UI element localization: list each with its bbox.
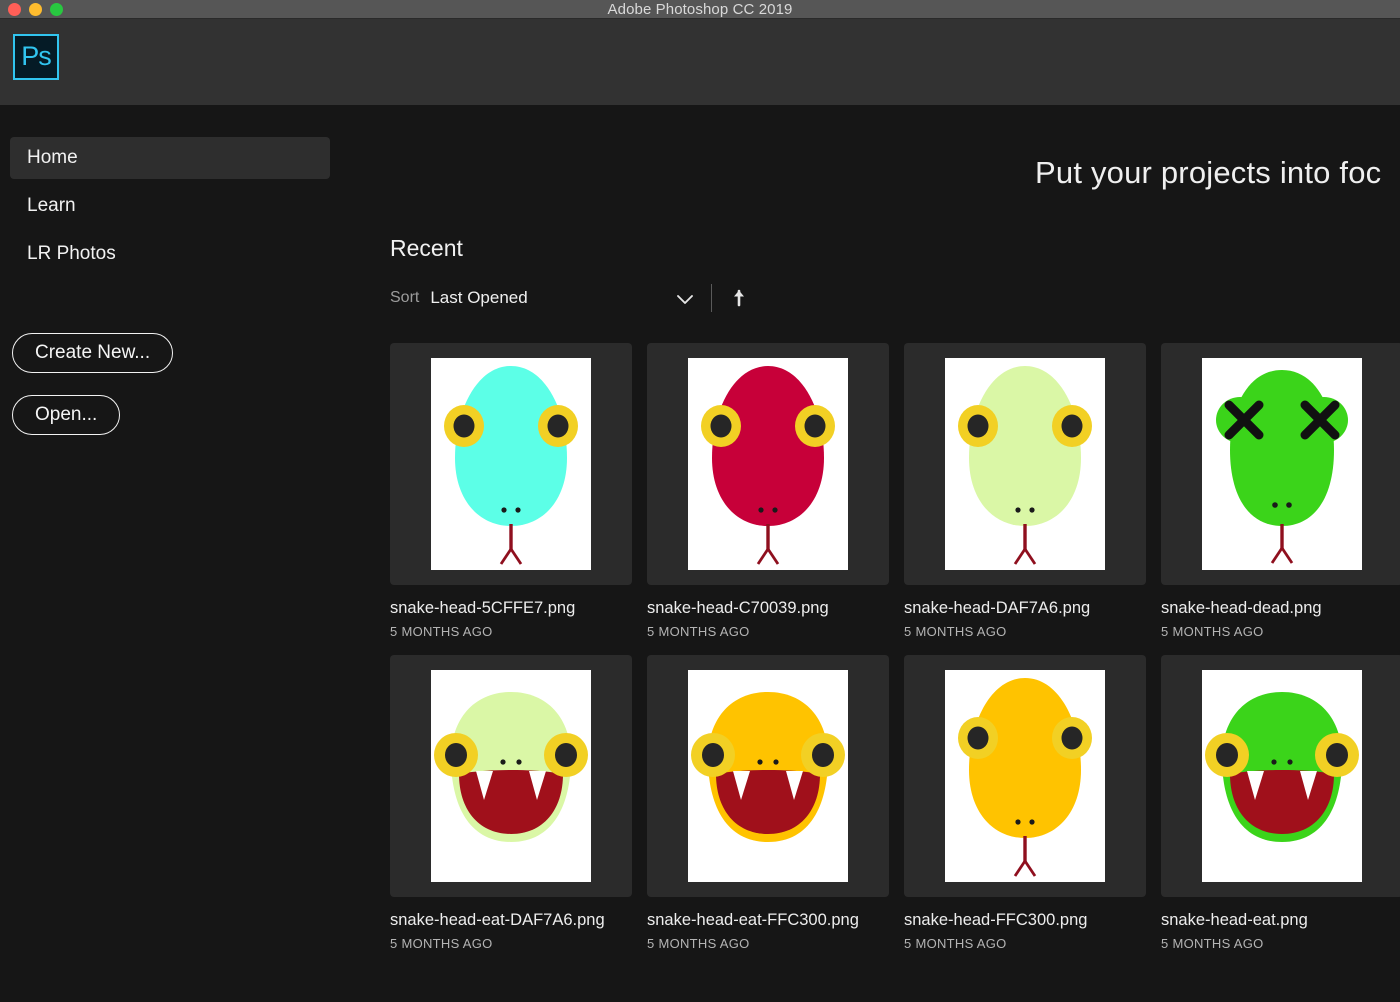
- sidebar-item-learn[interactable]: Learn: [10, 185, 330, 227]
- recent-file-timestamp: 5 MONTHS AGO: [647, 624, 750, 639]
- recent-file-timestamp: 5 MONTHS AGO: [647, 936, 750, 951]
- recent-file-timestamp: 5 MONTHS AGO: [390, 936, 493, 951]
- recent-file-card[interactable]: snake-head-dead.png 5 MONTHS AGO: [1161, 343, 1400, 639]
- recent-file-thumbnail[interactable]: [647, 655, 889, 897]
- arrow-up-icon[interactable]: [728, 287, 750, 309]
- snake-head-artwork: [1202, 670, 1362, 882]
- snake-head-artwork: [431, 358, 591, 570]
- sidebar-item-lr-photos-label: LR Photos: [27, 243, 116, 264]
- recent-file-thumbnail[interactable]: [904, 655, 1146, 897]
- sort-divider: [711, 284, 712, 312]
- application-toolbar: Ps: [0, 19, 1400, 105]
- promo-banner-headline: Put your projects into foc: [1035, 155, 1382, 190]
- recent-file-name: snake-head-5CFFE7.png: [390, 599, 576, 617]
- open-button[interactable]: Open...: [12, 395, 121, 435]
- recent-file-name: snake-head-eat.png: [1161, 911, 1308, 929]
- recent-file-timestamp: 5 MONTHS AGO: [1161, 936, 1264, 951]
- sidebar-item-home[interactable]: Home: [10, 137, 330, 179]
- sort-controls: Sort Last Opened: [390, 284, 744, 312]
- sidebar: Home Learn LR Photos Create New... Open.…: [0, 105, 355, 1002]
- sidebar-item-learn-label: Learn: [27, 195, 76, 216]
- recent-file-thumbnail[interactable]: [647, 343, 889, 585]
- recent-file-card[interactable]: snake-head-FFC300.png 5 MONTHS AGO: [904, 655, 1146, 951]
- sort-value[interactable]: Last Opened: [430, 288, 527, 308]
- recent-section-title: Recent: [390, 235, 463, 261]
- recent-file-card[interactable]: snake-head-eat-DAF7A6.png 5 MONTHS AGO: [390, 655, 632, 951]
- recent-file-thumbnail[interactable]: [390, 655, 632, 897]
- window-title-bar: Adobe Photoshop CC 2019: [0, 0, 1400, 19]
- recent-file-card[interactable]: snake-head-C70039.png 5 MONTHS AGO: [647, 343, 889, 639]
- recent-file-name: snake-head-eat-DAF7A6.png: [390, 911, 605, 929]
- recent-file-timestamp: 5 MONTHS AGO: [904, 936, 1007, 951]
- snake-head-artwork: [688, 358, 848, 570]
- recent-file-thumbnail[interactable]: [1161, 343, 1400, 585]
- photoshop-logo-icon: Ps: [13, 34, 59, 80]
- snake-head-artwork: [945, 358, 1105, 570]
- create-new-button[interactable]: Create New...: [12, 333, 174, 373]
- recent-file-name: snake-head-eat-FFC300.png: [647, 911, 859, 929]
- snake-head-artwork: [431, 670, 591, 882]
- recent-file-timestamp: 5 MONTHS AGO: [1161, 624, 1264, 639]
- recent-file-name: snake-head-FFC300.png: [904, 911, 1088, 929]
- sidebar-item-lr-photos[interactable]: LR Photos: [10, 233, 330, 275]
- recent-file-card[interactable]: snake-head-DAF7A6.png 5 MONTHS AGO: [904, 343, 1146, 639]
- snake-head-artwork: [1202, 358, 1362, 570]
- recent-file-thumbnail[interactable]: [904, 343, 1146, 585]
- recent-file-card[interactable]: snake-head-eat-FFC300.png 5 MONTHS AGO: [647, 655, 889, 951]
- snake-head-artwork: [945, 670, 1105, 882]
- recent-file-thumbnail[interactable]: [390, 343, 632, 585]
- recent-file-name: snake-head-dead.png: [1161, 599, 1322, 617]
- recent-file-timestamp: 5 MONTHS AGO: [390, 624, 493, 639]
- snake-head-artwork: [688, 670, 848, 882]
- recent-files-grid: snake-head-5CFFE7.png 5 MONTHS AGO snake-h…: [390, 343, 1400, 951]
- recent-file-timestamp: 5 MONTHS AGO: [904, 624, 1007, 639]
- sidebar-item-home-label: Home: [27, 147, 78, 168]
- sort-label: Sort: [390, 289, 420, 306]
- window-title: Adobe Photoshop CC 2019: [607, 1, 793, 18]
- start-workspace: Home Learn LR Photos Create New... Open.…: [0, 105, 1400, 1002]
- recent-file-thumbnail[interactable]: [1161, 655, 1400, 897]
- recent-file-name: snake-head-DAF7A6.png: [904, 599, 1091, 617]
- recent-file-card[interactable]: snake-head-5CFFE7.png 5 MONTHS AGO: [390, 343, 632, 639]
- recent-file-name: snake-head-C70039.png: [647, 599, 829, 617]
- chevron-down-icon[interactable]: [674, 288, 696, 310]
- recent-file-card[interactable]: snake-head-eat.png 5 MONTHS AGO: [1161, 655, 1400, 951]
- photoshop-logo-text: Ps: [21, 40, 51, 71]
